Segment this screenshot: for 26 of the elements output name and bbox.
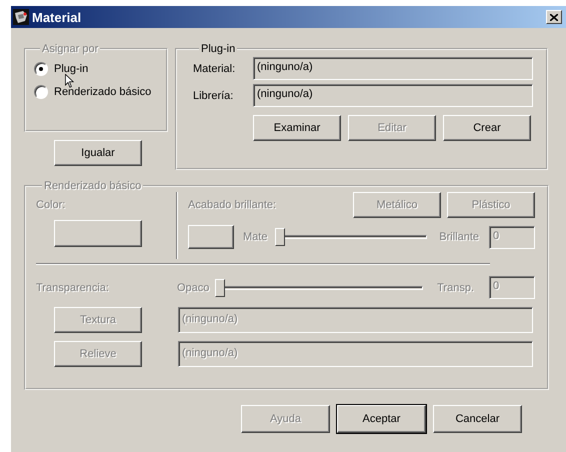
- group-label: Plug-in: [200, 43, 236, 55]
- slider-min-label: Mate: [243, 231, 268, 243]
- mouse-cursor-icon: [65, 74, 74, 88]
- slider-max-label: Brillante: [439, 231, 479, 243]
- action-button[interactable]: Crear: [443, 115, 531, 141]
- group-label: Asignar por: [41, 43, 100, 55]
- radio-label: Renderizado básico: [54, 86, 152, 98]
- text-field[interactable]: (ninguno/a): [253, 57, 533, 80]
- group-label: Renderizado básico: [43, 180, 142, 192]
- field-label: Librería:: [193, 90, 234, 102]
- color-label: Color:: [36, 199, 66, 211]
- slider-min-label: Opaco: [177, 282, 210, 294]
- close-button[interactable]: [546, 10, 562, 24]
- window-title: Material: [32, 10, 82, 24]
- action-button[interactable]: Examinar: [253, 115, 341, 141]
- app-icon: [13, 9, 29, 25]
- slider-max-label: Transp.: [437, 282, 474, 294]
- close-icon: [550, 14, 558, 20]
- transparency-label: Transparencia:: [36, 282, 110, 294]
- radio-label: Plug-in: [54, 62, 88, 74]
- text-field[interactable]: (ninguno/a): [253, 84, 533, 107]
- dialog-button[interactable]: Cancelar: [433, 405, 522, 433]
- dialog-button[interactable]: Aceptar: [337, 405, 426, 433]
- field-label: Material:: [193, 62, 236, 74]
- gloss-label: Acabado brillante:: [188, 199, 276, 211]
- match-button[interactable]: Igualar: [54, 140, 142, 166]
